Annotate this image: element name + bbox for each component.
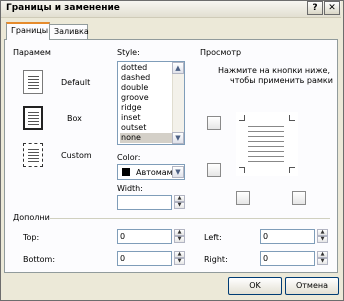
preset-custom-label: Custom [61, 151, 92, 160]
preset-default-icon[interactable] [23, 70, 43, 94]
tab-shading[interactable]: Заливка [49, 24, 89, 39]
style-heading: Style: [117, 48, 140, 57]
padding-left-label: Left: [204, 233, 222, 242]
cancel-button[interactable]: Отмена [285, 277, 339, 295]
tab-borders[interactable]: Границы [6, 22, 50, 40]
scroll-up-icon[interactable]: ▲ [172, 62, 184, 74]
padding-left-input[interactable]: 0 [260, 229, 315, 244]
preview-instruction-2: чтобы применить рамки [230, 76, 333, 85]
bottom-border-button[interactable] [207, 163, 221, 177]
padding-top-input[interactable]: 0 [117, 229, 172, 244]
padding-top-label: Top: [23, 233, 40, 242]
style-option-outset[interactable]: outset [120, 123, 177, 133]
style-option-ridge[interactable]: ridge [120, 103, 177, 113]
right-border-button[interactable] [292, 191, 306, 205]
presets-heading: Парамем [13, 48, 51, 57]
color-value: Автомам [136, 168, 173, 177]
padding-divider [50, 218, 330, 219]
scroll-down-icon[interactable]: ▼ [172, 132, 184, 144]
preset-box-icon[interactable] [23, 106, 43, 130]
color-dropdown[interactable]: Автомам ▼ [117, 164, 185, 180]
style-option-inset[interactable]: inset [120, 113, 177, 123]
color-swatch [122, 168, 130, 176]
style-option-none[interactable]: none [120, 133, 177, 143]
style-option-dashed[interactable]: dashed [120, 73, 177, 83]
padding-right-label: Right: [204, 255, 228, 264]
preview-instruction-1: Нажмите на кнопки ниже, [218, 66, 331, 75]
ok-button[interactable]: OK [228, 277, 282, 295]
width-input[interactable] [117, 195, 172, 210]
style-listbox[interactable]: dotted dashed double groove ridge inset … [117, 61, 185, 145]
style-option-groove[interactable]: groove [120, 93, 177, 103]
preview-heading: Просмотр [200, 48, 242, 57]
width-spinner[interactable]: ▲ ▼ [174, 195, 185, 210]
style-option-double[interactable]: double [120, 83, 177, 93]
spin-up-icon[interactable]: ▲ [174, 195, 185, 202]
padding-left-spinner[interactable]: ▲ ▼ [317, 229, 328, 244]
preview-box [236, 112, 298, 176]
padding-bottom-label: Bottom: [23, 255, 56, 264]
help-button[interactable]: ? [307, 1, 323, 15]
preset-box-label: Box [67, 114, 82, 123]
preset-custom-icon[interactable] [23, 143, 43, 167]
close-button[interactable]: ✕ [324, 1, 340, 15]
padding-bottom-spinner[interactable]: ▲ ▼ [174, 251, 185, 266]
dialog-title: Границы и заменение [6, 3, 120, 13]
width-label: Width: [117, 184, 143, 193]
preset-default-label: Default [61, 78, 91, 87]
padding-right-spinner[interactable]: ▲ ▼ [317, 251, 328, 266]
top-border-button[interactable] [207, 116, 221, 130]
padding-bottom-input[interactable]: 0 [117, 251, 172, 266]
chevron-down-icon[interactable]: ▼ [172, 166, 184, 178]
style-option-dotted[interactable]: dotted [120, 63, 177, 73]
padding-right-input[interactable]: 0 [260, 251, 315, 266]
left-border-button[interactable] [236, 191, 250, 205]
padding-heading: Дополни [13, 213, 50, 222]
spin-down-icon[interactable]: ▼ [174, 202, 185, 209]
color-label: Color: [117, 153, 141, 162]
padding-top-spinner[interactable]: ▲ ▼ [174, 229, 185, 244]
